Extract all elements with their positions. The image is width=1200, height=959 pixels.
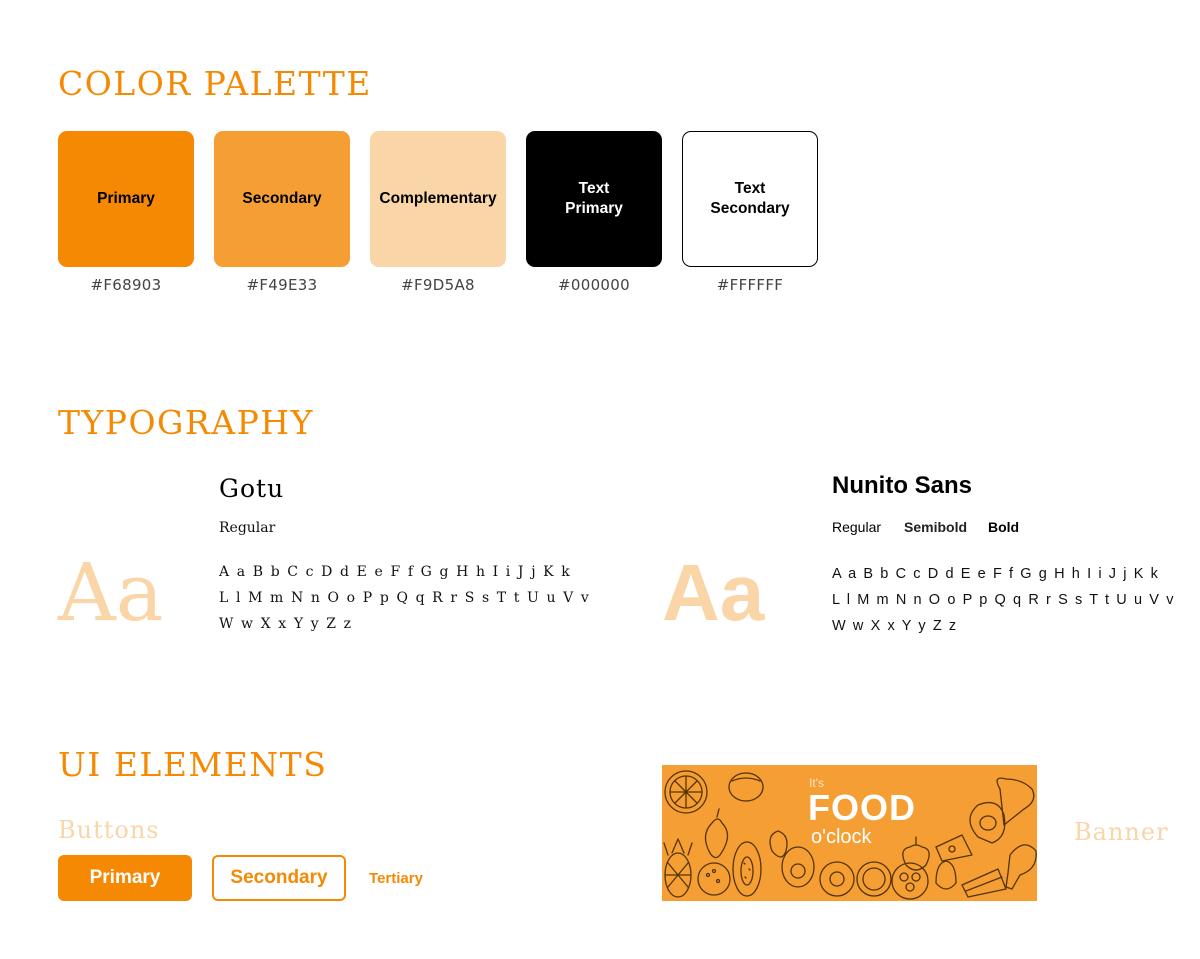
- swatch-primary: Primary: [58, 131, 194, 267]
- banner-line-oclock: o'clock: [811, 826, 872, 848]
- ui-elements-title: UI ELEMENTS: [58, 745, 328, 784]
- swatch-complementary-hex: #F9D5A8: [401, 276, 475, 294]
- nunito-weight-regular: Regular: [832, 519, 882, 535]
- nunito-sample: Aa: [662, 548, 765, 637]
- gotu-weight-regular: Regular: [219, 520, 276, 536]
- secondary-button[interactable]: Secondary: [212, 855, 346, 901]
- swatch-secondary-label: Secondary: [242, 190, 322, 207]
- nunito-font-name: Nunito Sans: [832, 472, 973, 499]
- swatch-text-primary: Text Primary: [526, 131, 662, 267]
- food-banner: It's FOOD o'clock: [662, 765, 1037, 901]
- swatch-text-secondary-label: Text Secondary: [710, 180, 790, 217]
- swatch-complementary: Complementary: [370, 131, 506, 267]
- tertiary-button[interactable]: Tertiary: [362, 855, 430, 901]
- swatch-primary-hex: #F68903: [90, 276, 162, 294]
- swatch-text-secondary: Text Secondary: [682, 131, 818, 267]
- buttons-label: Buttons: [58, 816, 160, 844]
- swatch-secondary: Secondary: [214, 131, 350, 267]
- banner-label: Banner: [1074, 818, 1169, 846]
- swatch-text-primary-label: Text Primary: [565, 180, 623, 217]
- nunito-weight-semibold: Semibold: [904, 519, 968, 535]
- typography-title: TYPOGRAPHY: [58, 403, 314, 442]
- gotu-glyphs: A a B b C c D d E e F f G g H h I i J j …: [219, 564, 591, 632]
- nunito-weight-bold: Bold: [988, 519, 1020, 535]
- swatch-primary-label: Primary: [97, 190, 155, 207]
- primary-button[interactable]: Primary: [58, 855, 192, 901]
- color-palette-title: COLOR PALETTE: [58, 64, 372, 103]
- gotu-sample: Aa: [58, 546, 164, 639]
- gotu-font-name: Gotu: [219, 474, 285, 503]
- swatch-text-primary-hex: #000000: [558, 276, 630, 294]
- swatch-complementary-label: Complementary: [379, 190, 497, 207]
- nunito-glyphs: A a B b C c D d E e F f G g H h I i J j …: [832, 566, 1176, 634]
- banner-line-food: FOOD: [808, 787, 916, 828]
- swatch-text-secondary-hex: #FFFFFF: [716, 276, 784, 294]
- swatch-secondary-hex: #F49E33: [246, 276, 318, 294]
